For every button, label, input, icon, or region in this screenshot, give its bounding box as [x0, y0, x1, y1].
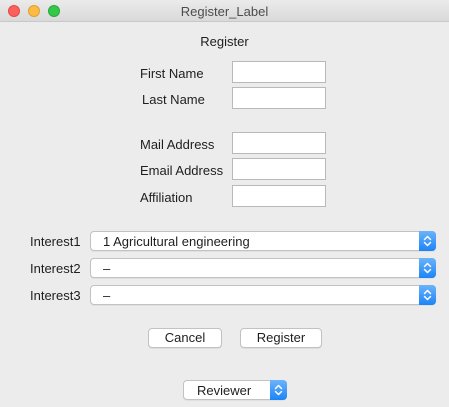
- first-name-label: First Name: [140, 66, 204, 81]
- interest2-selected-value: –: [103, 261, 111, 276]
- mail-address-label: Mail Address: [140, 137, 215, 152]
- affiliation-field[interactable]: [232, 185, 326, 207]
- updown-chevron-icon: [419, 231, 436, 251]
- register-button[interactable]: Register: [240, 328, 322, 348]
- interest2-label: Interest2: [30, 261, 81, 276]
- interest3-selected-value: –: [103, 288, 111, 303]
- register-window: Register_Label Register First Name Last …: [0, 0, 449, 407]
- interest1-select[interactable]: 1 Agricultural engineering: [90, 231, 436, 251]
- first-name-field[interactable]: [232, 61, 326, 83]
- updown-chevron-icon: [270, 380, 287, 400]
- interest1-label: Interest1: [30, 234, 81, 249]
- email-address-field[interactable]: [232, 158, 326, 180]
- title-bar[interactable]: Register_Label: [0, 0, 449, 22]
- window-title: Register_Label: [180, 4, 269, 19]
- last-name-field[interactable]: [232, 87, 326, 109]
- role-select[interactable]: Reviewer: [183, 380, 287, 400]
- form-heading: Register: [200, 34, 249, 49]
- last-name-label: Last Name: [142, 92, 205, 107]
- updown-chevron-icon: [419, 285, 436, 305]
- email-address-label: Email Address: [140, 163, 224, 178]
- interest3-select[interactable]: –: [90, 285, 436, 305]
- role-selected-value: Reviewer: [197, 383, 252, 398]
- interest1-selected-value: 1 Agricultural engineering: [103, 234, 250, 249]
- updown-chevron-icon: [419, 258, 436, 278]
- interest2-select[interactable]: –: [90, 258, 436, 278]
- interest3-label: Interest3: [30, 288, 81, 303]
- mail-address-field[interactable]: [232, 132, 326, 154]
- affiliation-label: Affiliation: [140, 190, 193, 205]
- cancel-button[interactable]: Cancel: [148, 328, 222, 348]
